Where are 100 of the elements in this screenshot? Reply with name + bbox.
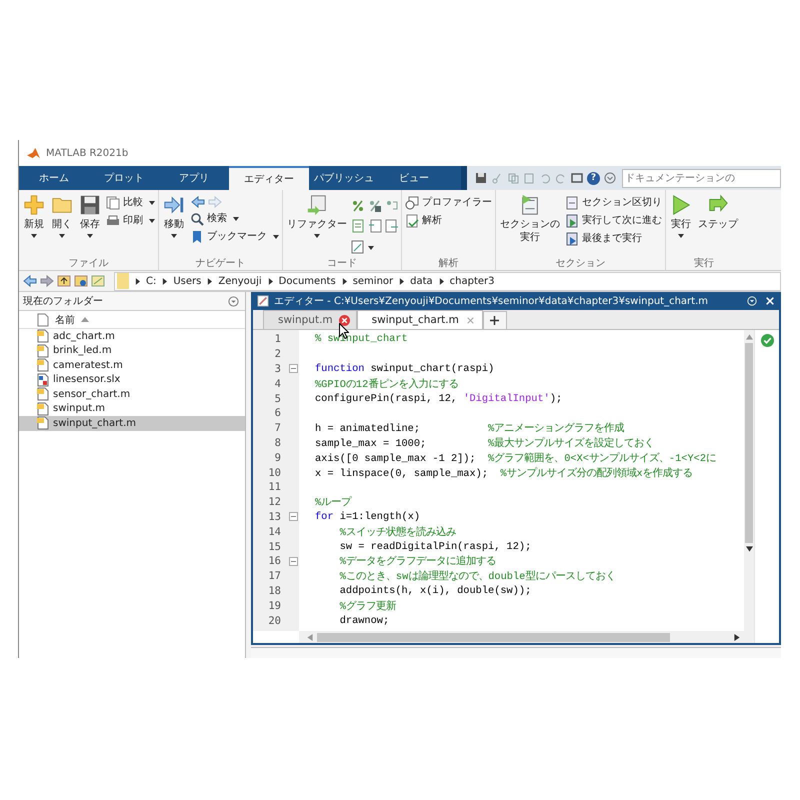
open-button[interactable]: 開く bbox=[49, 193, 75, 256]
column-header[interactable]: 名前 bbox=[55, 312, 75, 326]
fold-icon[interactable] bbox=[288, 556, 298, 566]
line-number: 2 bbox=[274, 347, 282, 362]
ribbon-tab[interactable]: プロット bbox=[89, 166, 159, 190]
plus-icon bbox=[490, 316, 500, 325]
sort-up-icon bbox=[81, 317, 89, 322]
ribbon-tab[interactable]: パブリッシュ bbox=[309, 166, 379, 190]
scroll-down-icon[interactable] bbox=[746, 546, 752, 552]
run-button[interactable]: 実行 bbox=[668, 193, 694, 256]
undo-icon[interactable] bbox=[539, 172, 551, 184]
ribbon-tab[interactable]: エディター bbox=[229, 166, 309, 190]
redo-icon[interactable] bbox=[555, 172, 567, 184]
browse-folder-icon[interactable] bbox=[91, 274, 105, 288]
path-segment[interactable]: C: bbox=[146, 276, 156, 286]
back-arrow-icon[interactable] bbox=[191, 195, 205, 209]
scroll-right-icon[interactable] bbox=[734, 634, 740, 641]
plus-icon bbox=[23, 194, 45, 216]
section-break-button[interactable]: セクション区切り bbox=[564, 195, 663, 211]
arrow-to-bar-icon bbox=[163, 194, 185, 216]
line-number: 5 bbox=[274, 392, 282, 406]
code-line: axis([0 sample_max -1 2]); %グラフ範囲を、0<X<サンプルサイズ、-1<Y<2に bbox=[315, 451, 716, 465]
line-number: 15 bbox=[267, 540, 282, 554]
step-button[interactable]: ステップ bbox=[696, 193, 740, 256]
chevron-icon bbox=[268, 278, 273, 284]
line-number: 16 bbox=[267, 554, 282, 569]
run-section-button[interactable]: セクションの 実行 bbox=[498, 193, 562, 256]
line-number: 1 bbox=[274, 332, 282, 347]
script-file-icon bbox=[37, 387, 49, 402]
new-button[interactable]: 新規 bbox=[21, 193, 47, 256]
group-label: ファイル bbox=[68, 257, 110, 270]
chevron-icon bbox=[438, 278, 444, 284]
print-button[interactable]: 印刷 bbox=[105, 213, 156, 229]
comment-icon[interactable] bbox=[351, 198, 365, 213]
folder-icon[interactable] bbox=[74, 274, 88, 288]
dropdown-icon[interactable] bbox=[228, 296, 239, 306]
fold-icon[interactable] bbox=[288, 364, 298, 374]
close-icon[interactable] bbox=[338, 314, 350, 326]
window-title: MATLAB R2021b bbox=[46, 148, 128, 158]
code-line: addpoints(h, x(i), double(sw)); bbox=[338, 584, 532, 597]
back-arrow-icon[interactable] bbox=[23, 274, 37, 288]
profiler-button[interactable]: プロファイラー bbox=[404, 195, 493, 211]
editor-tab[interactable]: swinput.m bbox=[263, 310, 357, 329]
ribbon-tab[interactable]: ビュー bbox=[379, 166, 449, 190]
help-button[interactable]: ? bbox=[587, 172, 600, 184]
path-segment[interactable]: Documents bbox=[278, 276, 336, 286]
dropdown-icon[interactable] bbox=[604, 172, 616, 184]
file-item[interactable]: cameratest.m bbox=[19, 358, 245, 372]
path-segment[interactable]: Zenyouji bbox=[218, 276, 262, 286]
file-item[interactable]: brink_led.m bbox=[19, 344, 245, 358]
file-item[interactable]: swinput_chart.m bbox=[19, 416, 245, 430]
run-to-end-button[interactable]: 最後まで実行 bbox=[564, 231, 663, 247]
refactor-button[interactable]: リファクター bbox=[285, 193, 349, 256]
up-folder-icon[interactable] bbox=[57, 274, 71, 288]
ribbon-tab[interactable]: ホーム bbox=[19, 166, 89, 190]
file-item[interactable]: sensor_chart.m bbox=[19, 387, 245, 402]
bookmark-button[interactable]: ブックマーク bbox=[189, 229, 280, 245]
run-and-advance-button[interactable]: 実行して次に進む bbox=[564, 213, 663, 229]
line-number: 7 bbox=[274, 421, 282, 436]
find-button[interactable]: 検索 bbox=[189, 211, 280, 227]
line-number: 8 bbox=[274, 436, 282, 450]
close-icon[interactable] bbox=[765, 296, 775, 306]
horizontal-scrollbar[interactable] bbox=[299, 631, 744, 644]
document-icon bbox=[106, 196, 120, 210]
document-icon bbox=[565, 196, 579, 210]
file-item[interactable]: linesensor.slx bbox=[19, 372, 245, 387]
save-icon[interactable] bbox=[475, 172, 487, 184]
code-line: x = linspace(0, sample_max); %サンプルサイズ分の配列領域xを作成する bbox=[315, 466, 693, 480]
save-button[interactable]: 保存 bbox=[77, 193, 103, 256]
search-field[interactable]: ドキュメンテーションの bbox=[622, 168, 781, 188]
document-check-icon bbox=[405, 214, 419, 228]
path-segment[interactable]: data bbox=[410, 276, 433, 286]
file-item[interactable]: adc_chart.m bbox=[19, 329, 245, 344]
line-number: 11 bbox=[267, 480, 282, 495]
go-to-button[interactable]: 移動 bbox=[161, 193, 187, 256]
editor-tab[interactable]: swinput_chart.m bbox=[356, 310, 483, 329]
new-tab-button[interactable] bbox=[482, 311, 507, 329]
path-segment[interactable]: Users bbox=[173, 276, 202, 286]
script-file-icon bbox=[37, 402, 49, 416]
ribbon-tab[interactable]: アプリ bbox=[159, 166, 229, 190]
window-icon[interactable] bbox=[571, 172, 583, 184]
scroll-up-icon[interactable] bbox=[746, 334, 752, 340]
copy-icon[interactable] bbox=[507, 172, 519, 184]
file-item[interactable]: swinput.m bbox=[19, 402, 245, 416]
caret-icon[interactable] bbox=[368, 246, 374, 250]
line-number: 18 bbox=[267, 584, 282, 598]
path-segment[interactable]: chapter3 bbox=[450, 276, 495, 286]
uncomment-icon[interactable] bbox=[368, 198, 382, 213]
code-line: function swinput_chart(raspi) bbox=[315, 362, 494, 375]
chevron-icon bbox=[342, 278, 347, 284]
path-field[interactable]: C: Users Zenyouji Documents seminor data chapter3 bbox=[114, 272, 781, 290]
fold-icon[interactable] bbox=[288, 512, 298, 522]
compare-button[interactable]: 比較 bbox=[105, 195, 156, 211]
script-file-icon bbox=[37, 416, 49, 430]
vertical-scrollbar[interactable] bbox=[744, 330, 754, 644]
path-segment[interactable]: seminor bbox=[352, 276, 394, 286]
scroll-left-icon[interactable] bbox=[307, 634, 313, 641]
group-label: 実行 bbox=[693, 256, 715, 270]
pencil-document-icon bbox=[257, 295, 269, 307]
analyze-button[interactable]: 解析 bbox=[404, 213, 493, 229]
